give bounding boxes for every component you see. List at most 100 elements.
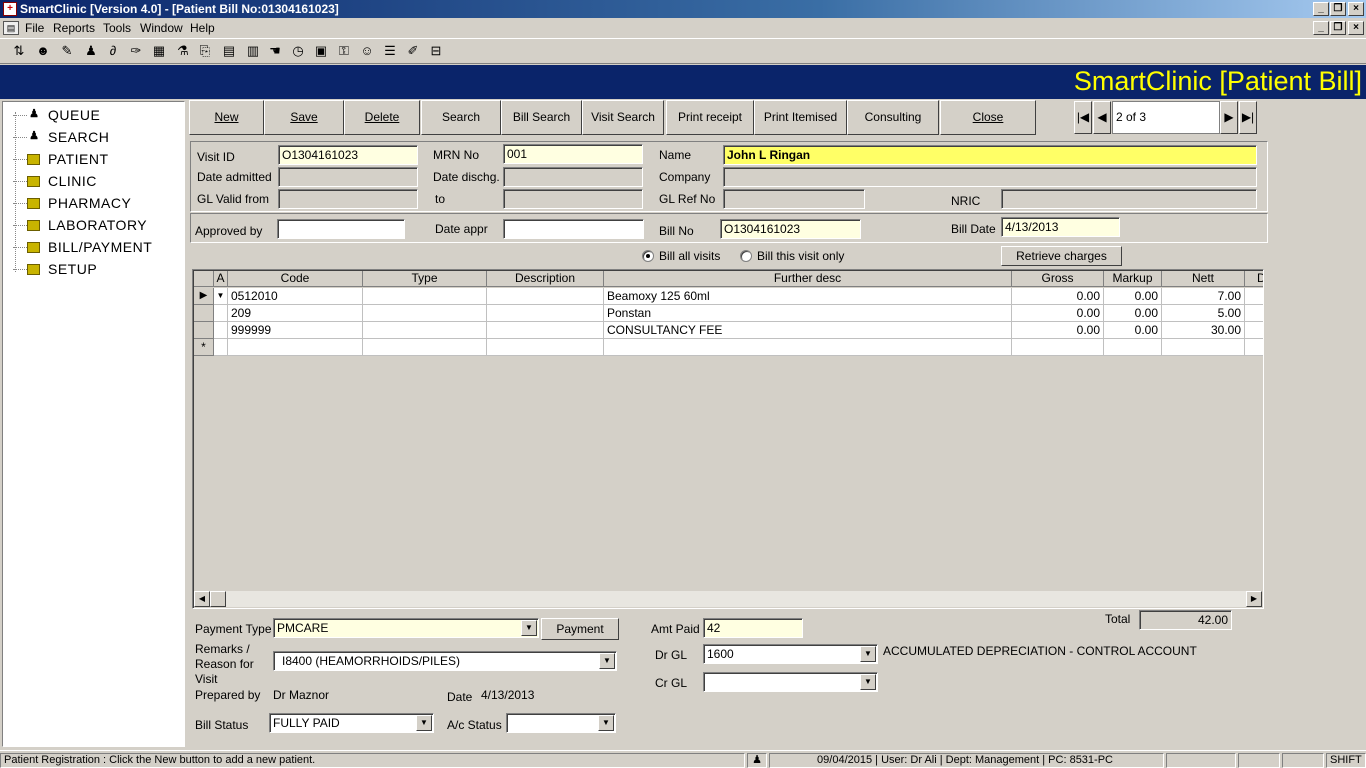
cell-a[interactable] [214, 322, 228, 339]
stethoscope-tool-icon[interactable]: ∂ [104, 42, 122, 60]
document-icon[interactable]: ▤ [3, 21, 19, 35]
date-admitted-field[interactable] [278, 167, 418, 187]
cell-markup[interactable] [1104, 339, 1162, 356]
cell-further-desc[interactable]: Ponstan [604, 305, 1012, 322]
chevron-down-icon[interactable]: ▼ [860, 674, 876, 690]
dr-gl-select[interactable]: 1600 ▼ [703, 644, 878, 664]
retrieve-charges-button[interactable]: Retrieve charges [1001, 246, 1122, 266]
current-row-icon[interactable]: ▶ [194, 288, 214, 305]
cell-markup[interactable]: 0.00 [1104, 322, 1162, 339]
last-record-icon[interactable]: ▶| [1239, 101, 1257, 134]
previous-record-icon[interactable]: ◀ [1093, 101, 1111, 134]
cell-further-desc[interactable]: Beamoxy 125 60ml [604, 288, 1012, 305]
new-button[interactable]: New [189, 100, 264, 135]
clock-tool-icon[interactable]: ◷ [289, 42, 307, 60]
chevron-down-icon[interactable]: ▼ [416, 715, 432, 731]
charges-grid[interactable]: A Code Type Description Further desc Gro… [192, 269, 1264, 609]
mrn-field[interactable]: 001 [503, 144, 643, 164]
row-dropdown-icon[interactable]: ▼ [214, 288, 228, 305]
ac-status-select[interactable]: ▼ [506, 713, 616, 733]
consulting-button[interactable]: Consulting [847, 100, 939, 135]
cell-gross[interactable]: 0.00 [1012, 288, 1104, 305]
nric-field[interactable] [1001, 189, 1257, 209]
sidebar-item-laboratory[interactable]: LABORATORY [3, 215, 183, 235]
menu-reports[interactable]: Reports [53, 21, 95, 35]
calendar-tool-icon[interactable]: ▣ [312, 42, 330, 60]
date-dischg-field[interactable] [503, 167, 643, 187]
edit-tool-icon[interactable]: ✐ [404, 42, 422, 60]
close-icon[interactable]: × [1348, 2, 1364, 16]
cell-description[interactable] [487, 322, 604, 339]
pharmacy-tool-icon[interactable]: ✑ [127, 42, 145, 60]
chart-tool-icon[interactable]: ▥ [244, 42, 262, 60]
search-button[interactable]: Search [421, 100, 501, 135]
report-tool-icon[interactable]: ▤ [220, 42, 238, 60]
payment-button[interactable]: Payment [541, 618, 619, 640]
cell-markup[interactable]: 0.00 [1104, 288, 1162, 305]
cell-gross[interactable]: 0.00 [1012, 305, 1104, 322]
sidebar-item-patient[interactable]: PATIENT [3, 149, 183, 169]
calculator-tool-icon[interactable]: ▦ [150, 42, 168, 60]
col-header-a[interactable]: A [214, 271, 228, 287]
cell-gross[interactable]: 0.00 [1012, 322, 1104, 339]
user-tool-icon[interactable]: ☺ [358, 42, 376, 60]
register-tool-icon[interactable]: ✎ [58, 42, 76, 60]
save-button[interactable]: Save [264, 100, 344, 135]
chevron-down-icon[interactable]: ▼ [860, 646, 876, 662]
row-selector[interactable] [194, 305, 214, 322]
sidebar-item-search[interactable]: ♟ SEARCH [3, 127, 183, 147]
cell-code[interactable]: 0512010 [228, 288, 363, 305]
chevron-down-icon[interactable]: ▼ [598, 715, 614, 731]
cell-type[interactable] [363, 322, 487, 339]
cell-nett[interactable]: 30.00 [1162, 322, 1245, 339]
remarks-select[interactable]: I8400 (HEAMORRHOIDS/PILES) ▼ [273, 651, 617, 671]
patient-tool-icon[interactable]: ☻ [34, 42, 52, 60]
hand-tool-icon[interactable]: ☚ [266, 42, 284, 60]
cr-gl-select[interactable]: ▼ [703, 672, 878, 692]
cell-code[interactable]: 209 [228, 305, 363, 322]
payment-type-select[interactable]: PMCARE ▼ [273, 618, 539, 638]
first-record-icon[interactable]: |◀ [1074, 101, 1092, 134]
child-restore-icon[interactable]: ❐ [1330, 21, 1346, 35]
bill-this-visit-radio[interactable] [740, 250, 752, 262]
child-minimize-icon[interactable]: _ [1313, 21, 1329, 35]
doctor-tool-icon[interactable]: ♟ [82, 42, 100, 60]
cell-description[interactable] [487, 339, 604, 356]
company-field[interactable] [723, 167, 1257, 187]
cell-d[interactable] [1245, 339, 1263, 356]
next-record-icon[interactable]: ▶ [1220, 101, 1238, 134]
cell-type[interactable] [363, 288, 487, 305]
col-header-description[interactable]: Description [487, 271, 604, 287]
cell-gross[interactable] [1012, 339, 1104, 356]
col-header-code[interactable]: Code [228, 271, 363, 287]
chevron-down-icon[interactable]: ▼ [599, 653, 615, 669]
sidebar-item-queue[interactable]: ♟ QUEUE [3, 105, 183, 125]
lab-tool-icon[interactable]: ⚗ [174, 42, 192, 60]
cell-markup[interactable]: 0.00 [1104, 305, 1162, 322]
amt-paid-field[interactable]: 42 [703, 618, 803, 638]
col-header-further-desc[interactable]: Further desc [604, 271, 1012, 287]
cell-d[interactable] [1245, 305, 1263, 322]
sidebar-item-bill-payment[interactable]: BILL/PAYMENT [3, 237, 183, 257]
menu-window[interactable]: Window [140, 21, 183, 35]
cell-nett[interactable]: 5.00 [1162, 305, 1245, 322]
restore-icon[interactable]: ❐ [1330, 2, 1346, 16]
patient-name-field[interactable]: John L Ringan [723, 145, 1257, 165]
menu-help[interactable]: Help [190, 21, 215, 35]
gl-valid-from-field[interactable] [278, 189, 418, 209]
book-tool-icon[interactable]: ⊟ [427, 42, 445, 60]
child-close-icon[interactable]: × [1348, 21, 1364, 35]
sidebar-item-clinic[interactable]: CLINIC [3, 171, 183, 191]
gl-valid-to-field[interactable] [503, 189, 643, 209]
cell-further-desc[interactable]: CONSULTANCY FEE [604, 322, 1012, 339]
bill-no-field[interactable]: O1304161023 [720, 219, 861, 239]
key-tool-icon[interactable]: ⚿ [335, 42, 353, 60]
horizontal-scrollbar[interactable]: ◀ ▶ [194, 591, 1262, 607]
queue-tool-icon[interactable]: ⇅ [10, 42, 28, 60]
bill-date-field[interactable]: 4/13/2013 [1001, 217, 1120, 237]
sidebar-item-pharmacy[interactable]: PHARMACY [3, 193, 183, 213]
minimize-icon[interactable]: _ [1313, 2, 1329, 16]
col-header-markup[interactable]: Markup [1104, 271, 1162, 287]
scroll-left-icon[interactable]: ◀ [194, 591, 210, 607]
cell-code[interactable] [228, 339, 363, 356]
